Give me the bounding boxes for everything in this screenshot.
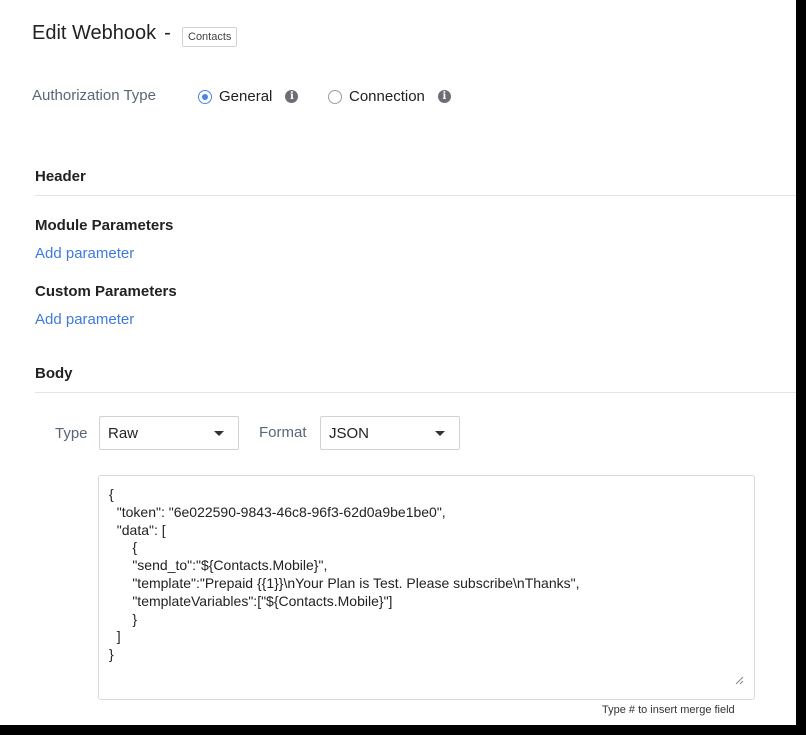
add-module-parameter-link[interactable]: Add parameter — [35, 245, 134, 262]
module-badge: Contacts — [182, 27, 238, 47]
chevron-down-icon — [214, 430, 224, 436]
header-divider — [35, 195, 796, 196]
module-parameters-title: Module Parameters — [35, 217, 174, 234]
add-custom-parameter-link[interactable]: Add parameter — [35, 311, 134, 328]
chevron-down-icon — [435, 430, 445, 436]
auth-option-connection-label: Connection — [349, 88, 425, 105]
edit-webhook-panel: Edit Webhook - Contacts Authorization Typ… — [0, 0, 796, 725]
radio-connection[interactable] — [328, 89, 342, 104]
info-icon[interactable]: i — [285, 90, 299, 103]
type-select-value: Raw — [108, 424, 139, 442]
body-divider — [35, 392, 796, 393]
radio-general[interactable] — [198, 89, 212, 104]
type-label: Type — [55, 425, 88, 442]
format-select[interactable]: JSON — [320, 416, 460, 450]
header-section-title: Header — [35, 168, 86, 185]
custom-parameters-title: Custom Parameters — [35, 283, 177, 300]
auth-option-connection[interactable]: Connection i — [328, 88, 451, 105]
page-title-text: Edit Webhook — [32, 22, 157, 44]
auth-option-general-label: General — [219, 88, 273, 105]
format-label: Format — [259, 424, 307, 441]
merge-field-hint: Type # to insert merge field — [602, 704, 735, 716]
body-content-text[interactable]: { "token": "6e022590-9843-46c8-96f3-62d0… — [99, 476, 754, 674]
body-section-title: Body — [35, 365, 73, 382]
authorization-type-label: Authorization Type — [32, 87, 156, 104]
format-select-value: JSON — [329, 424, 370, 442]
type-select[interactable]: Raw — [99, 416, 239, 450]
title-separator: - — [164, 22, 171, 44]
resize-handle-icon[interactable] — [735, 676, 744, 685]
body-content-textarea[interactable]: { "token": "6e022590-9843-46c8-96f3-62d0… — [98, 475, 755, 700]
info-icon[interactable]: i — [437, 90, 451, 103]
auth-option-general[interactable]: General i — [198, 88, 299, 105]
page-title: Edit Webhook - — [32, 22, 171, 45]
